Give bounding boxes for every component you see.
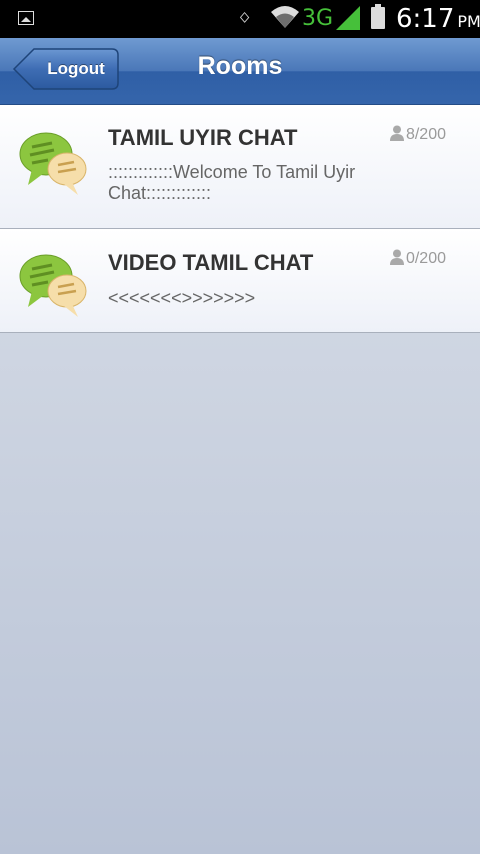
room-name: VIDEO TAMIL CHAT [108,250,314,275]
room-count-value: 0/200 [405,250,446,267]
logout-label: Logout [47,59,105,78]
network-type: 3G [302,6,334,31]
wifi-icon [271,6,299,28]
room-name: TAMIL UYIR CHAT [108,125,298,150]
battery-icon [371,4,385,29]
logout-button[interactable]: Logout [12,48,119,90]
signal-icon [336,6,360,30]
clock-ampm: PM [457,12,480,31]
user-icon [389,125,404,141]
room-description: <<<<<<<>>>>>>> [108,288,256,308]
user-icon [389,249,404,265]
nav-bar: Rooms Logout [0,38,480,105]
room-user-count: 0/200 [389,249,446,268]
room-item-video-tamil-chat[interactable]: VIDEO TAMIL CHAT 0/200 <<<<<<<>>>>>>> [0,229,480,333]
clock-time: 6:17 [396,4,455,34]
room-item-tamil-uyir-chat[interactable]: TAMIL UYIR CHAT 8/200 :::::::::::::Welco… [0,105,480,229]
bluetooth-icon: ᛜ [238,6,252,31]
clock: 6:17 PM [396,4,480,34]
room-description: :::::::::::::Welcome To Tamil Uyir Chat:… [108,162,356,203]
chat-bubbles-icon [19,254,87,317]
room-count-value: 8/200 [405,126,446,143]
picture-notification-icon [18,11,34,25]
chat-bubbles-icon [19,132,87,195]
room-user-count: 8/200 [389,125,446,144]
status-bar: ᛜ 3G 6:17 PM [0,0,480,38]
